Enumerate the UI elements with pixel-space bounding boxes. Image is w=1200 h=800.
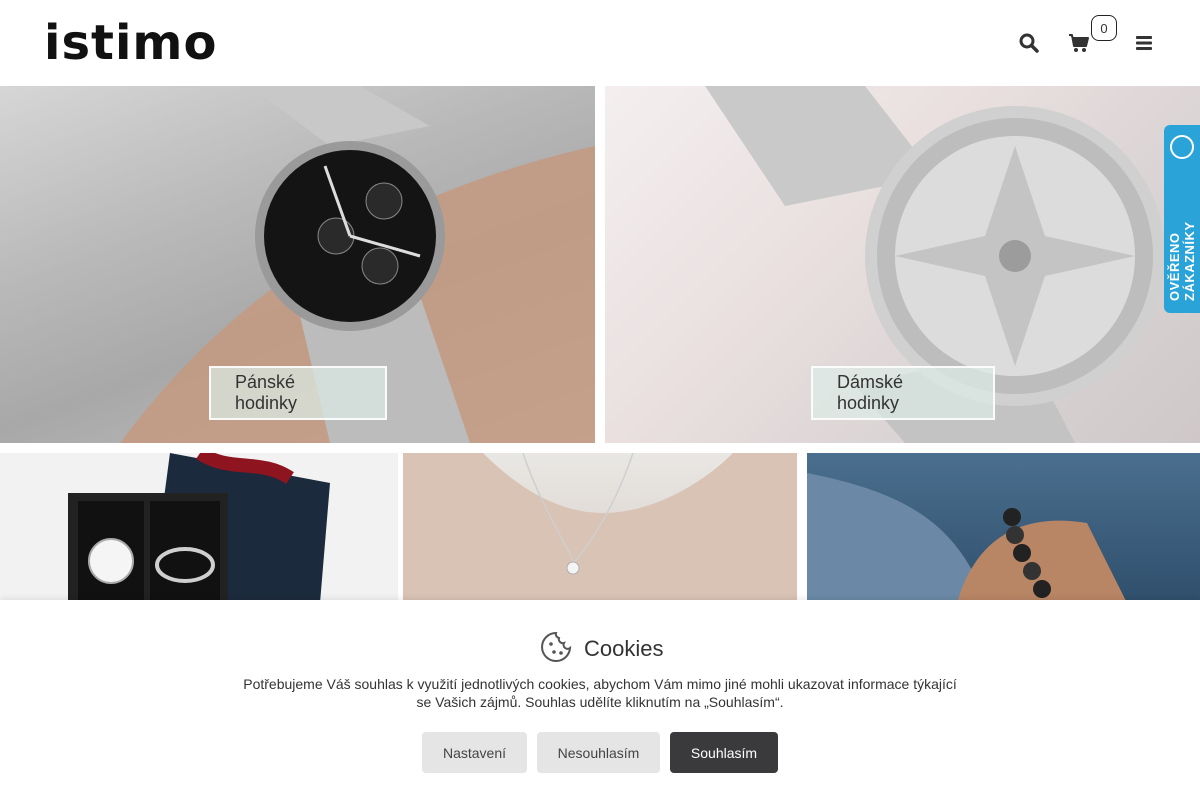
womens-watches-tile[interactable]: Dámské hodinky xyxy=(605,86,1200,443)
jewelry-tile[interactable] xyxy=(403,453,797,603)
seal-icon xyxy=(1170,135,1194,159)
mens-watches-tile[interactable]: Pánské hodinky xyxy=(0,86,595,443)
cart-count-badge[interactable]: 0 xyxy=(1091,15,1117,41)
cart-icon[interactable] xyxy=(1066,30,1092,56)
necklace-image xyxy=(403,453,797,603)
womens-watches-label[interactable]: Dámské hodinky xyxy=(811,366,995,420)
cookie-icon xyxy=(540,631,572,668)
cookie-description: Potřebujeme Váš souhlas k využití jednot… xyxy=(243,676,957,710)
cookie-accept-button[interactable]: Souhlasím xyxy=(670,732,778,773)
search-icon[interactable] xyxy=(1016,30,1042,56)
cookie-settings-button[interactable]: Nastavení xyxy=(422,732,527,773)
gift-set-tile[interactable] xyxy=(0,453,398,603)
logo[interactable]: istimo xyxy=(44,19,217,67)
bracelet-image xyxy=(807,473,1127,603)
menu-icon[interactable] xyxy=(1131,30,1157,56)
site-header: istimo 0 xyxy=(0,0,1200,86)
badge-text: OVĚŘENO ZÁKAZNÍKY xyxy=(1167,221,1197,301)
cookie-consent-bar: Cookies Potřebujeme Váš souhlas k využit… xyxy=(0,600,1200,800)
bracelets-tile[interactable] xyxy=(807,453,1200,603)
cookie-title: Cookies xyxy=(540,631,664,668)
cookie-heading: Cookies xyxy=(584,636,664,661)
gift-set-image xyxy=(68,453,330,603)
verified-by-customers-badge[interactable]: OVĚŘENO ZÁKAZNÍKY xyxy=(1164,125,1200,313)
mens-watches-label[interactable]: Pánské hodinky xyxy=(209,366,387,420)
cookie-decline-button[interactable]: Nesouhlasím xyxy=(537,732,660,773)
